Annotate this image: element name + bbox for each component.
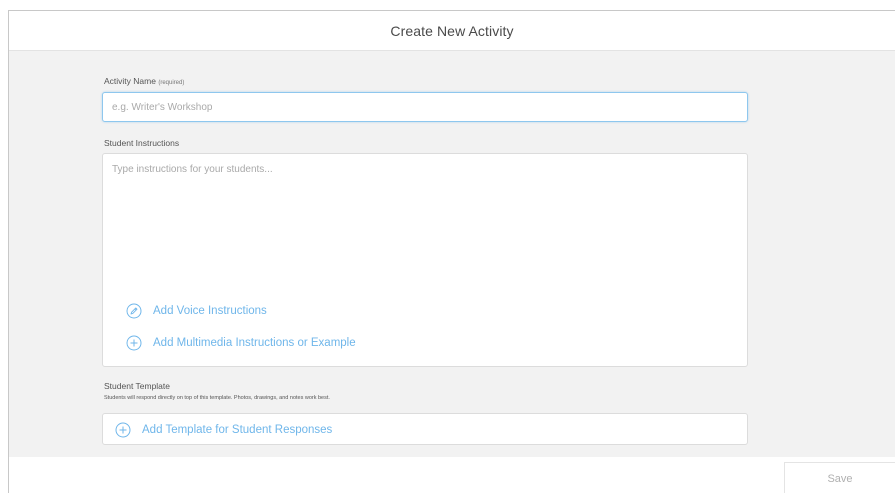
activity-name-input[interactable] — [102, 92, 748, 122]
dialog-title: Create New Activity — [390, 22, 514, 39]
activity-name-label: Activity Name (required) — [104, 76, 184, 86]
add-voice-instructions-label: Add Voice Instructions — [153, 305, 267, 317]
dialog-footer: Save — [9, 457, 895, 493]
student-template-label: Student Template — [104, 381, 170, 391]
add-multimedia-instructions-label: Add Multimedia Instructions or Example — [153, 337, 356, 349]
student-instructions-box: Add Voice Instructions Add Multimedia In… — [102, 153, 748, 367]
pencil-circle-icon — [126, 303, 142, 319]
student-template-box: Add Template for Student Responses — [102, 413, 748, 445]
required-note: (required) — [158, 80, 185, 86]
save-button[interactable]: Save — [784, 462, 895, 493]
student-template-description: Students will respond directly on top of… — [104, 395, 330, 401]
plus-circle-icon — [126, 335, 142, 351]
add-template-label: Add Template for Student Responses — [142, 424, 333, 436]
plus-circle-icon — [115, 422, 131, 438]
student-instructions-label: Student Instructions — [104, 138, 180, 148]
student-instructions-input[interactable] — [103, 154, 747, 274]
activity-name-label-text: Activity Name — [104, 76, 156, 86]
add-voice-instructions-button[interactable]: Add Voice Instructions — [126, 303, 267, 319]
dialog-header: Create New Activity — [9, 11, 895, 51]
add-template-button[interactable]: Add Template for Student Responses — [115, 422, 332, 438]
add-multimedia-instructions-button[interactable]: Add Multimedia Instructions or Example — [126, 335, 356, 351]
create-activity-dialog: Create New Activity Activity Name (requi… — [8, 10, 895, 493]
